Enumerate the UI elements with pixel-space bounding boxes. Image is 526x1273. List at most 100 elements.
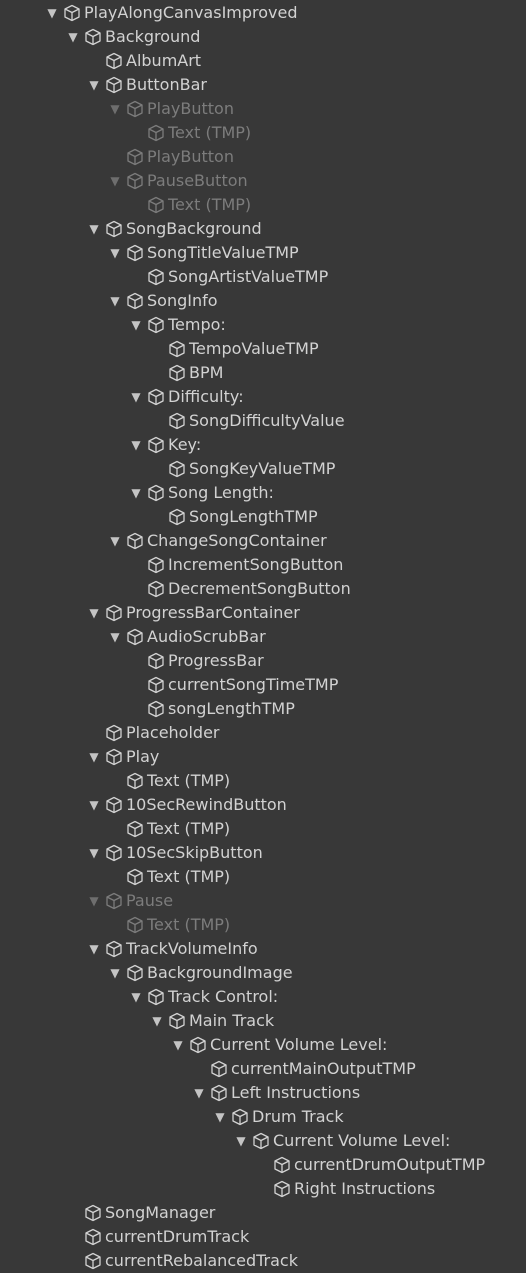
hierarchy-item-label: currentMainOutputTMP <box>231 1059 416 1078</box>
expand-arrow-down-icon[interactable]: ▼ <box>107 97 123 121</box>
hierarchy-item[interactable]: currentDrumOutputTMP <box>0 1153 526 1177</box>
hierarchy-item-label: songLengthTMP <box>168 699 295 718</box>
hierarchy-item[interactable]: songLengthTMP <box>0 697 526 721</box>
expand-arrow-down-icon[interactable]: ▼ <box>191 1081 207 1105</box>
expand-arrow-down-icon[interactable]: ▼ <box>86 745 102 769</box>
gameobject-cube-icon <box>105 844 123 862</box>
hierarchy-item[interactable]: ▼ Main Track <box>0 1009 526 1033</box>
hierarchy-item-label: SongArtistValueTMP <box>168 267 329 286</box>
expand-arrow-down-icon[interactable]: ▼ <box>86 793 102 817</box>
hierarchy-item[interactable]: ▼ Left Instructions <box>0 1081 526 1105</box>
hierarchy-item[interactable]: Text (TMP) <box>0 913 526 937</box>
hierarchy-item[interactable]: ▼ SongInfo <box>0 289 526 313</box>
hierarchy-item[interactable]: ▼ PlayAlongCanvasImproved <box>0 1 526 25</box>
expand-arrow-down-icon[interactable]: ▼ <box>86 937 102 961</box>
expand-arrow-down-icon[interactable]: ▼ <box>86 889 102 913</box>
expand-arrow-down-icon[interactable]: ▼ <box>233 1129 249 1153</box>
gameobject-cube-icon <box>105 220 123 238</box>
gameobject-cube-icon <box>147 316 165 334</box>
gameobject-cube-icon <box>147 988 165 1006</box>
expand-arrow-down-icon[interactable]: ▼ <box>128 481 144 505</box>
hierarchy-item[interactable]: ▼ ProgressBarContainer <box>0 601 526 625</box>
hierarchy-item[interactable]: SongKeyValueTMP <box>0 457 526 481</box>
expand-arrow-down-icon[interactable]: ▼ <box>65 25 81 49</box>
expand-arrow-down-icon[interactable]: ▼ <box>107 529 123 553</box>
hierarchy-item[interactable]: IncrementSongButton <box>0 553 526 577</box>
gameobject-cube-icon <box>147 676 165 694</box>
hierarchy-item[interactable]: ProgressBar <box>0 649 526 673</box>
hierarchy-item[interactable]: SongManager <box>0 1201 526 1225</box>
hierarchy-item[interactable]: ▼ AudioScrubBar <box>0 625 526 649</box>
hierarchy-item-label: TempoValueTMP <box>189 339 319 358</box>
gameobject-cube-icon <box>168 340 186 358</box>
hierarchy-item[interactable]: ▼ Pause <box>0 889 526 913</box>
hierarchy-item[interactable]: Text (TMP) <box>0 817 526 841</box>
hierarchy-item[interactable]: Text (TMP) <box>0 193 526 217</box>
gameobject-cube-icon <box>273 1156 291 1174</box>
hierarchy-item[interactable]: ▼ Tempo: <box>0 313 526 337</box>
hierarchy-item[interactable]: currentRebalancedTrack <box>0 1249 526 1273</box>
hierarchy-item[interactable]: ▼ Play <box>0 745 526 769</box>
hierarchy-item[interactable]: AlbumArt <box>0 49 526 73</box>
hierarchy-item[interactable]: Text (TMP) <box>0 121 526 145</box>
hierarchy-item[interactable]: Right Instructions <box>0 1177 526 1201</box>
hierarchy-item-label: Key: <box>168 435 202 454</box>
hierarchy-item[interactable]: ▼ BackgroundImage <box>0 961 526 985</box>
hierarchy-item[interactable]: ▼ Drum Track <box>0 1105 526 1129</box>
gameobject-cube-icon <box>126 532 144 550</box>
hierarchy-item[interactable]: currentDrumTrack <box>0 1225 526 1249</box>
hierarchy-item[interactable]: TempoValueTMP <box>0 337 526 361</box>
hierarchy-item[interactable]: ▼ Track Control: <box>0 985 526 1009</box>
hierarchy-item[interactable]: ▼ PlayButton <box>0 97 526 121</box>
hierarchy-item[interactable]: Text (TMP) <box>0 769 526 793</box>
hierarchy-item[interactable]: ▼ Song Length: <box>0 481 526 505</box>
hierarchy-item-label: SongKeyValueTMP <box>189 459 336 478</box>
hierarchy-item-label: SongBackground <box>126 219 262 238</box>
expand-arrow-down-icon[interactable]: ▼ <box>86 601 102 625</box>
hierarchy-item-label: 10SecRewindButton <box>126 795 287 814</box>
hierarchy-item-label: SongDifficultyValue <box>189 411 345 430</box>
hierarchy-item[interactable]: BPM <box>0 361 526 385</box>
expand-arrow-down-icon[interactable]: ▼ <box>107 961 123 985</box>
hierarchy-item[interactable]: ▼ TrackVolumeInfo <box>0 937 526 961</box>
hierarchy-item[interactable]: PlayButton <box>0 145 526 169</box>
hierarchy-item[interactable]: ▼ Key: <box>0 433 526 457</box>
hierarchy-item[interactable]: ▼ Background <box>0 25 526 49</box>
gameobject-cube-icon <box>126 100 144 118</box>
expand-arrow-down-icon[interactable]: ▼ <box>86 217 102 241</box>
expand-arrow-down-icon[interactable]: ▼ <box>149 1009 165 1033</box>
expand-arrow-down-icon[interactable]: ▼ <box>107 169 123 193</box>
hierarchy-item[interactable]: currentMainOutputTMP <box>0 1057 526 1081</box>
hierarchy-item[interactable]: ▼ Current Volume Level: <box>0 1033 526 1057</box>
expand-arrow-down-icon[interactable]: ▼ <box>107 625 123 649</box>
expand-arrow-down-icon[interactable]: ▼ <box>128 385 144 409</box>
expand-arrow-down-icon[interactable]: ▼ <box>86 841 102 865</box>
hierarchy-item[interactable]: ▼ PauseButton <box>0 169 526 193</box>
hierarchy-item[interactable]: ▼ 10SecSkipButton <box>0 841 526 865</box>
hierarchy-item-label: currentDrumTrack <box>105 1227 250 1246</box>
hierarchy-item[interactable]: SongDifficultyValue <box>0 409 526 433</box>
hierarchy-item[interactable]: ▼ SongBackground <box>0 217 526 241</box>
hierarchy-item[interactable]: ▼ SongTitleValueTMP <box>0 241 526 265</box>
expand-arrow-down-icon[interactable]: ▼ <box>128 313 144 337</box>
expand-arrow-down-icon[interactable]: ▼ <box>212 1105 228 1129</box>
expand-arrow-down-icon[interactable]: ▼ <box>86 73 102 97</box>
hierarchy-item[interactable]: ▼ ChangeSongContainer <box>0 529 526 553</box>
hierarchy-item[interactable]: ▼ 10SecRewindButton <box>0 793 526 817</box>
expand-arrow-down-icon[interactable]: ▼ <box>170 1033 186 1057</box>
hierarchy-item[interactable]: SongLengthTMP <box>0 505 526 529</box>
hierarchy-item[interactable]: SongArtistValueTMP <box>0 265 526 289</box>
expand-arrow-down-icon[interactable]: ▼ <box>128 433 144 457</box>
gameobject-cube-icon <box>105 892 123 910</box>
hierarchy-item[interactable]: currentSongTimeTMP <box>0 673 526 697</box>
hierarchy-item[interactable]: ▼ ButtonBar <box>0 73 526 97</box>
expand-arrow-down-icon[interactable]: ▼ <box>107 289 123 313</box>
hierarchy-item[interactable]: DecrementSongButton <box>0 577 526 601</box>
hierarchy-item[interactable]: ▼ Current Volume Level: <box>0 1129 526 1153</box>
expand-arrow-down-icon[interactable]: ▼ <box>107 241 123 265</box>
expand-arrow-down-icon[interactable]: ▼ <box>128 985 144 1009</box>
hierarchy-item[interactable]: Text (TMP) <box>0 865 526 889</box>
hierarchy-item[interactable]: Placeholder <box>0 721 526 745</box>
expand-arrow-down-icon[interactable]: ▼ <box>44 1 60 25</box>
hierarchy-item[interactable]: ▼ Difficulty: <box>0 385 526 409</box>
